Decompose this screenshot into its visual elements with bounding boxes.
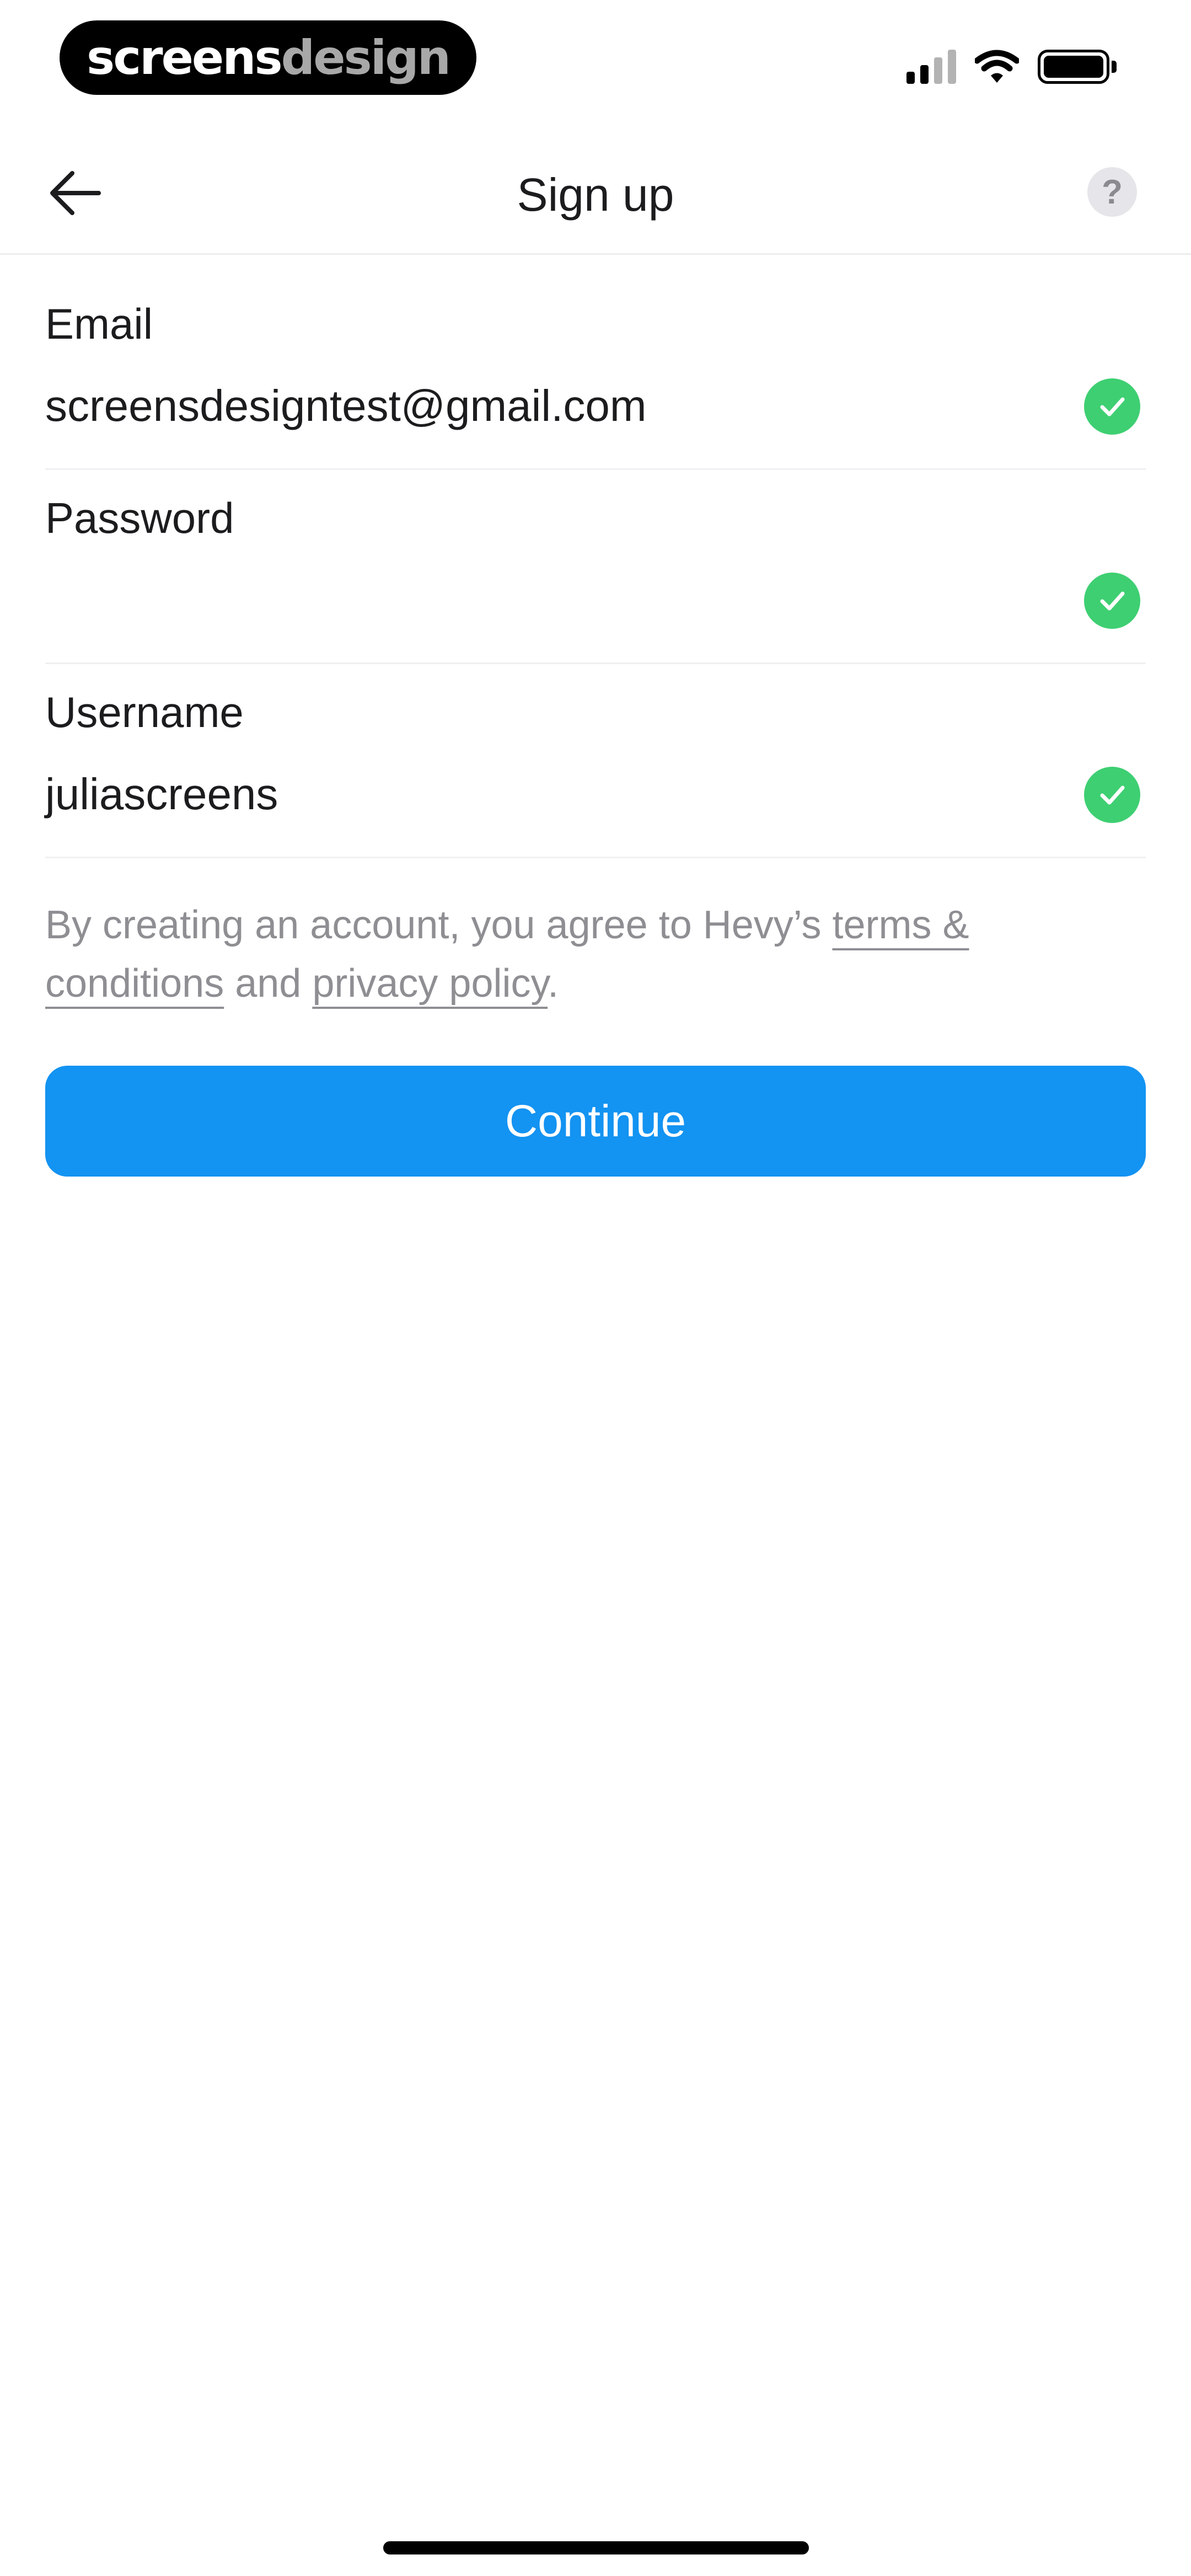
email-valid-check-icon	[1084, 378, 1140, 435]
email-input[interactable]: screensdesigntest@gmail.com	[45, 381, 647, 431]
username-label: Username	[45, 688, 244, 736]
username-valid-check-icon	[1084, 767, 1140, 823]
password-field[interactable]: Password	[45, 470, 1146, 664]
question-icon: ?	[1102, 173, 1123, 211]
password-valid-check-icon	[1084, 573, 1140, 629]
help-button[interactable]: ?	[1087, 167, 1137, 217]
terms-prefix: By creating an account, you agree to Hev…	[45, 903, 833, 947]
terms-suffix: .	[548, 961, 559, 1006]
email-field[interactable]: Email screensdesigntest@gmail.com	[45, 276, 1146, 470]
privacy-policy-link[interactable]: privacy policy	[312, 961, 548, 1006]
brand-watermark: screens design	[60, 20, 476, 95]
password-label: Password	[45, 494, 234, 542]
wifi-icon	[975, 50, 1019, 83]
username-field[interactable]: Username juliascreens	[45, 664, 1146, 858]
brand-text-part2: design	[281, 30, 451, 85]
page-title: Sign up	[517, 169, 674, 221]
sign-up-screen: screens design Sign up ? Email screensdes	[0, 0, 1191, 2576]
nav-header: Sign up ?	[0, 132, 1191, 255]
brand-text-part1: screens	[87, 30, 283, 85]
signal-icon	[906, 50, 956, 84]
terms-middle: and	[224, 961, 313, 1006]
home-indicator	[383, 2541, 809, 2554]
email-label: Email	[45, 300, 153, 348]
terms-notice: By creating an account, you agree to Hev…	[45, 896, 1148, 1013]
status-icons	[906, 47, 1117, 87]
continue-button[interactable]: Continue	[45, 1066, 1146, 1177]
battery-icon	[1038, 50, 1117, 84]
username-input[interactable]: juliascreens	[45, 769, 278, 820]
